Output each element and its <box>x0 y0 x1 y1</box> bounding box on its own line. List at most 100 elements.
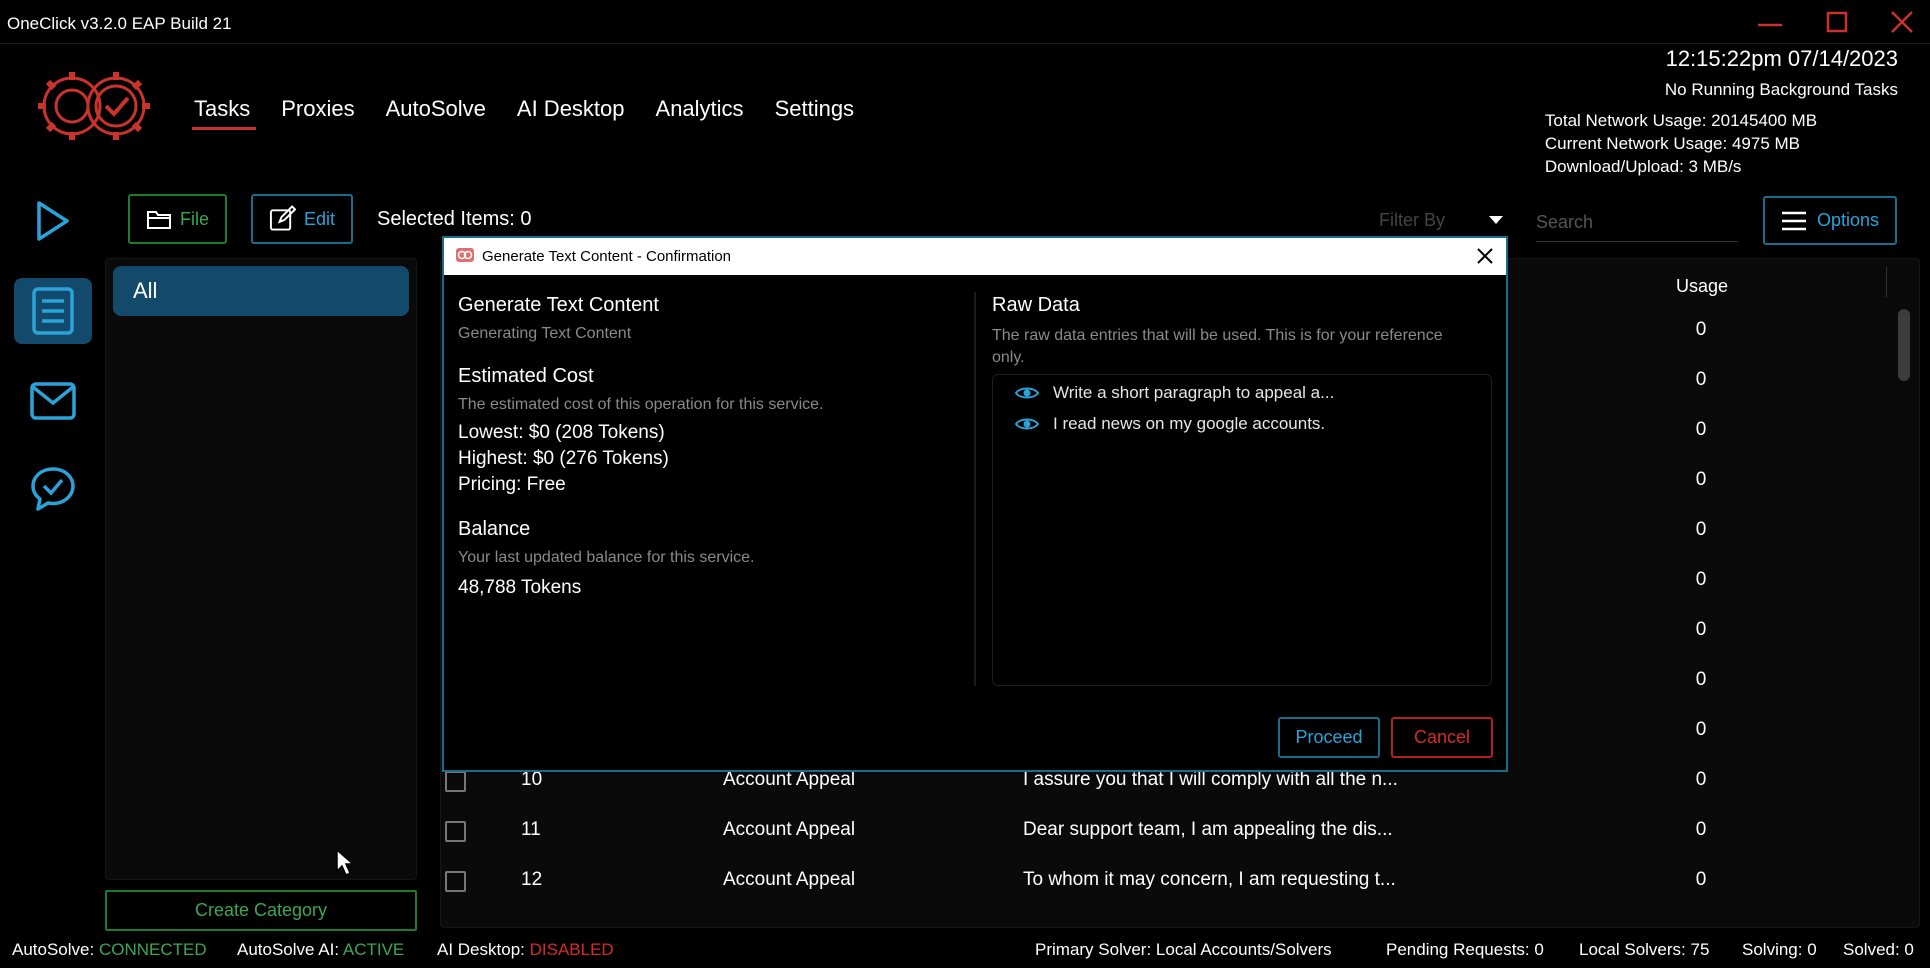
maximize-button[interactable] <box>1817 6 1857 38</box>
table-row[interactable]: 12 Account Appeal To whom it may concern… <box>441 861 1841 901</box>
nav-proxies[interactable]: Proxies <box>281 96 354 130</box>
gear-check-logo-icon <box>38 72 150 140</box>
proceed-button[interactable]: Proceed <box>1278 717 1380 758</box>
edit-icon <box>269 205 296 231</box>
raw-data-heading: Raw Data <box>992 294 1080 316</box>
current-network-usage: Current Network Usage: 4975 MB <box>1544 134 1800 153</box>
usage-value: 0 <box>1695 319 1707 340</box>
operation-heading: Generate Text Content <box>458 294 659 316</box>
file-label: File <box>179 208 209 229</box>
dialog-right-column: Raw Data The raw data entries that will … <box>992 294 1492 369</box>
row-checkbox[interactable] <box>445 871 466 892</box>
lowest-cost: Lowest: $0 (208 Tokens) <box>458 422 665 443</box>
category-all[interactable]: All <box>113 266 409 316</box>
minimize-icon <box>1758 23 1782 27</box>
row-content: Dear support team, I am appealing the di… <box>1023 819 1393 840</box>
usage-value: 0 <box>1695 719 1707 740</box>
nav-autosolve[interactable]: AutoSolve <box>386 96 486 130</box>
close-icon <box>1477 248 1493 264</box>
dialog-header: Generate Text Content - Confirmation <box>444 238 1506 275</box>
mouse-cursor-icon <box>336 849 355 877</box>
row-usage: 0 <box>1695 869 1707 890</box>
autosolve-status: AutoSolve: CONNECTED <box>12 940 207 960</box>
raw-data-description: The raw data entries that will be used. … <box>992 327 1443 366</box>
balance-heading: Balance <box>458 518 531 540</box>
row-type: Account Appeal <box>723 819 856 840</box>
chat-check-icon <box>31 467 75 511</box>
cost-heading: Estimated Cost <box>458 365 594 387</box>
start-button[interactable] <box>14 188 92 254</box>
maximize-icon <box>1826 11 1848 33</box>
system-info: 12:15:22pm 07/14/2023 No Running Backgro… <box>1545 46 1898 176</box>
category-panel: All <box>105 258 417 880</box>
usage-value: 0 <box>1695 669 1707 690</box>
autosolve-value: CONNECTED <box>98 940 207 959</box>
nav-ai-desktop[interactable]: AI Desktop <box>517 96 625 130</box>
create-category-button[interactable]: Create Category <box>105 890 417 931</box>
window-title: OneClick v3.2.0 EAP Build 21 <box>7 14 232 33</box>
rail-chat[interactable] <box>14 456 92 522</box>
operation-subheading: Generating Text Content <box>458 325 632 342</box>
cancel-button[interactable]: Cancel <box>1391 717 1493 758</box>
dialog-title: Generate Text Content - Confirmation <box>482 248 732 265</box>
document-icon <box>32 287 74 335</box>
usage-value: 0 <box>1695 469 1707 490</box>
usage-value: 0 <box>1695 419 1707 440</box>
clock: 12:15:22pm 07/14/2023 <box>1665 46 1898 71</box>
raw-data-list: Write a short paragraph to appeal a... I… <box>992 374 1492 686</box>
raw-item-text: I read news on my google accounts. <box>1053 414 1326 433</box>
ai-desktop-status: AI Desktop: DISABLED <box>437 940 614 960</box>
solved-count: Solved: 0 <box>1843 940 1914 959</box>
column-header-usage: Usage <box>1676 276 1729 296</box>
usage-value: 0 <box>1695 519 1707 540</box>
row-checkbox[interactable] <box>445 771 466 792</box>
options-label: Options <box>1817 210 1880 230</box>
raw-item-text: Write a short paragraph to appeal a... <box>1053 383 1335 402</box>
rail-mail[interactable] <box>14 368 92 434</box>
close-icon <box>1891 11 1913 33</box>
row-number: 12 <box>521 869 543 890</box>
file-button[interactable]: File <box>128 194 227 244</box>
close-button[interactable] <box>1882 6 1922 38</box>
title-bar: OneClick v3.2.0 EAP Build 21 <box>0 0 1930 44</box>
mail-icon <box>30 382 76 420</box>
app-icon <box>456 248 474 262</box>
search-input[interactable] <box>1536 204 1738 242</box>
solving-count: Solving: 0 <box>1742 940 1817 959</box>
autosolve-label: AutoSolve: <box>12 940 95 959</box>
table-row[interactable]: 11 Account Appeal Dear support team, I a… <box>441 811 1841 851</box>
local-solvers: Local Solvers: 75 <box>1579 940 1710 959</box>
eye-icon <box>1015 418 1039 430</box>
row-number: 11 <box>521 819 541 840</box>
usage-value: 0 <box>1695 369 1707 390</box>
table-scrollbar[interactable] <box>1898 309 1910 381</box>
column-divider <box>974 292 976 686</box>
autosolve-ai-label: AutoSolve AI: <box>237 940 340 959</box>
autosolve-ai-value: ACTIVE <box>342 940 405 959</box>
background-tasks-status: No Running Background Tasks <box>1664 80 1898 99</box>
filter-dropdown[interactable]: Filter By <box>1379 210 1503 234</box>
row-number: 10 <box>521 769 543 790</box>
confirmation-dialog: Generate Text Content - Confirmation Gen… <box>442 236 1508 772</box>
pricing: Pricing: Free <box>458 474 566 495</box>
list-item[interactable]: Write a short paragraph to appeal a... <box>1015 381 1334 405</box>
edit-label: Edit <box>303 208 335 229</box>
list-item[interactable]: I read news on my google accounts. <box>1015 412 1325 436</box>
menu-icon <box>1782 211 1806 230</box>
row-checkbox[interactable] <box>445 821 466 842</box>
edit-button[interactable]: Edit <box>251 194 353 244</box>
nav-settings[interactable]: Settings <box>775 96 855 130</box>
ai-desktop-label: AI Desktop: <box>437 940 525 959</box>
options-button[interactable]: Options <box>1763 196 1897 245</box>
selected-items-count: Selected Items: 0 <box>377 208 532 230</box>
pending-requests: Pending Requests: 0 <box>1386 940 1544 959</box>
rail-tasks[interactable] <box>14 278 92 344</box>
nav-analytics[interactable]: Analytics <box>656 96 744 130</box>
filter-label: Filter By <box>1379 210 1446 230</box>
network-stats: Total Network Usage: 20145400 MB Current… <box>1545 109 1895 178</box>
highest-cost: Highest: $0 (276 Tokens) <box>458 448 669 469</box>
nav-tasks[interactable]: Tasks <box>191 96 257 130</box>
minimize-button[interactable] <box>1750 6 1790 38</box>
main-nav: Tasks Proxies AutoSolve AI Desktop Analy… <box>191 96 855 130</box>
dialog-close-button[interactable] <box>1474 245 1496 272</box>
